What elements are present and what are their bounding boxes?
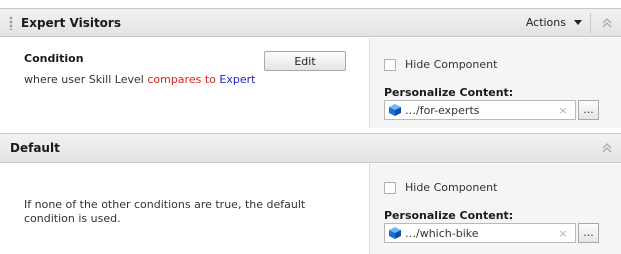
personalize-pane: Hide Component Personalize Content: …/wh… [369, 164, 621, 254]
personalize-content-label: Personalize Content: [384, 209, 514, 222]
condition-pane: Condition where user Skill Level compare… [0, 38, 369, 128]
condition-text: where user Skill Level compares to Exper… [24, 73, 255, 86]
clear-x-icon[interactable]: × [555, 104, 571, 117]
double-chevron-up-icon[interactable] [599, 15, 615, 31]
header-controls: Actions [526, 9, 621, 36]
clear-x-icon[interactable]: × [555, 227, 571, 240]
caret-down-icon [574, 20, 582, 25]
personalize-pane: Hide Component Personalize Content: …/fo… [369, 38, 621, 128]
hide-component-checkbox[interactable] [384, 58, 396, 71]
condition-prefix: where user Skill Level [24, 73, 144, 86]
blue-cube-icon [388, 226, 402, 240]
hide-component-row[interactable]: Hide Component [384, 181, 497, 194]
condition-title: Condition [24, 52, 84, 65]
content-field[interactable]: …/which-bike × [384, 223, 576, 243]
double-chevron-up-icon[interactable] [599, 140, 615, 156]
default-condition-pane: If none of the other conditions are true… [0, 164, 369, 254]
actions-menu-button[interactable]: Actions [526, 16, 582, 29]
browse-button[interactable]: ... [578, 100, 599, 120]
default-description: If none of the other conditions are true… [24, 198, 306, 225]
blue-cube-icon [388, 103, 402, 117]
personalize-content-label: Personalize Content: [384, 86, 514, 99]
content-field[interactable]: …/for-experts × [384, 100, 576, 120]
drag-handle-icon[interactable] [9, 15, 13, 30]
actions-label: Actions [525, 16, 566, 29]
hide-component-row[interactable]: Hide Component [384, 58, 497, 71]
content-value: …/which-bike [405, 226, 479, 240]
content-picker: …/for-experts × ... [384, 100, 599, 120]
hide-component-checkbox[interactable] [384, 181, 396, 194]
condition-operator: compares to [147, 73, 216, 86]
content-value: …/for-experts [405, 103, 480, 117]
content-picker: …/which-bike × ... [384, 223, 599, 243]
section-title: Expert Visitors [21, 15, 121, 30]
section-header-default: Default [0, 133, 621, 163]
hide-component-label: Hide Component [405, 58, 498, 71]
condition-value: Expert [219, 73, 256, 86]
edit-button[interactable]: Edit [264, 51, 346, 71]
header-controls [599, 134, 621, 162]
section-title: Default [10, 141, 60, 155]
section-header-expert-visitors: Expert Visitors Actions [0, 8, 621, 37]
divider [590, 12, 591, 33]
hide-component-label: Hide Component [405, 181, 498, 194]
browse-button[interactable]: ... [578, 223, 599, 243]
